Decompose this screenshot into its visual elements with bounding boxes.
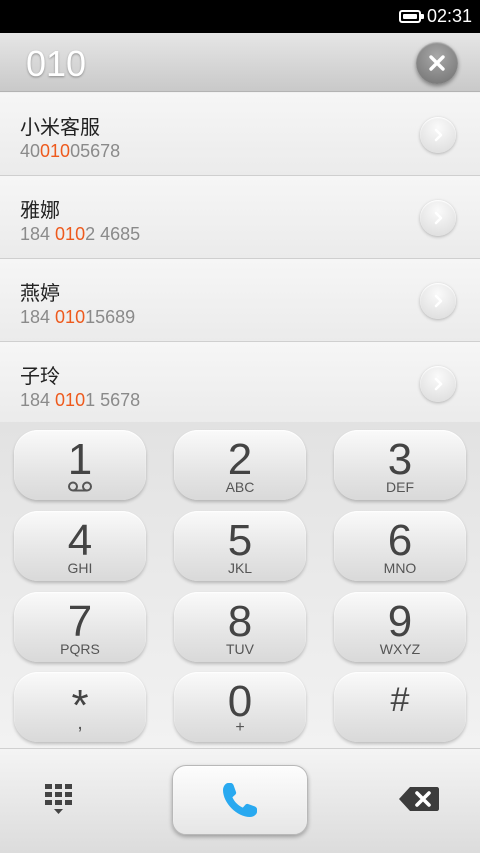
contact-number: 184 01015689 [20,307,136,327]
key-letters: , [77,712,83,734]
contact-details-button[interactable] [420,200,456,236]
contact-number: 184 0102 4685 [20,224,141,244]
call-button[interactable] [172,765,308,835]
contact-row[interactable]: 燕婷 184 01015689 [0,259,480,342]
key-digit: 4 [67,516,93,565]
key-letters: + [235,719,245,736]
key-digit: 7 [67,597,93,646]
contact-row[interactable]: 子玲 184 0101 5678 [0,342,480,425]
key-letters: DEF [386,479,414,495]
key-2[interactable]: 2 ABC [174,430,306,500]
key-8[interactable]: 8 TUV [174,592,306,662]
key-letters: GHI [67,560,93,576]
key-star[interactable]: * , [14,672,146,742]
dialpad-grid-icon [45,784,72,814]
contact-number: 184 0101 5678 [20,390,141,410]
bottom-action-bar [0,748,480,853]
contact-name: 雅娜 [20,198,60,222]
phone-icon [223,783,257,817]
dial-keypad: 1 2 ABC 3 DEF 4 GHI 5 JKL 6 MNO 7 PQRS 8… [0,422,480,748]
dialed-number: 010 [26,43,87,84]
key-digit: 5 [227,516,253,565]
key-digit: 1 [67,435,93,484]
contact-number: 4001005678 [20,141,121,161]
key-letters: PQRS [60,641,100,657]
backspace-button[interactable] [398,785,440,813]
battery-icon [398,10,424,23]
key-letters: MNO [383,560,417,576]
contact-details-button[interactable] [420,117,456,153]
key-4[interactable]: 4 GHI [14,511,146,581]
contact-details-button[interactable] [420,366,456,402]
chevron-right-icon [434,294,443,308]
key-1[interactable]: 1 [14,430,146,500]
contact-name: 燕婷 [20,281,60,305]
key-digit: 8 [227,597,253,646]
chevron-right-icon [434,377,443,391]
backspace-icon [399,787,439,811]
key-digit: 6 [387,516,413,565]
chevron-right-icon [434,211,443,225]
contact-name: 子玲 [20,364,60,388]
status-bar: 02:31 [0,0,480,33]
key-digit: 9 [387,597,413,646]
key-digit: # [390,681,410,719]
key-digit: 3 [387,435,413,484]
contact-name: 小米客服 [20,115,100,139]
contact-details-button[interactable] [420,283,456,319]
key-letters: JKL [227,560,253,576]
clear-number-button[interactable] [416,42,458,84]
key-6[interactable]: 6 MNO [334,511,466,581]
key-7[interactable]: 7 PQRS [14,592,146,662]
key-letters: WXYZ [379,641,421,657]
key-5[interactable]: 5 JKL [174,511,306,581]
key-letters: TUV [226,641,254,657]
chevron-right-icon [434,128,443,142]
status-time: 02:31 [426,6,472,26]
key-hash[interactable]: # [334,672,466,742]
key-0[interactable]: 0 + [174,672,306,742]
close-icon [429,55,445,71]
key-3[interactable]: 3 DEF [334,430,466,500]
contact-match-list: 小米客服 4001005678 雅娜 184 0102 4685 燕婷 184 … [0,93,480,425]
dialpad-toggle-button[interactable] [44,783,76,819]
contact-row[interactable]: 雅娜 184 0102 4685 [0,176,480,259]
contact-row[interactable]: 小米客服 4001005678 [0,93,480,176]
key-letters: ABC [225,479,255,495]
key-9[interactable]: 9 WXYZ [334,592,466,662]
key-digit: 2 [227,435,253,484]
voicemail-icon [68,481,92,492]
dialed-number-bar: 010 [0,33,480,92]
